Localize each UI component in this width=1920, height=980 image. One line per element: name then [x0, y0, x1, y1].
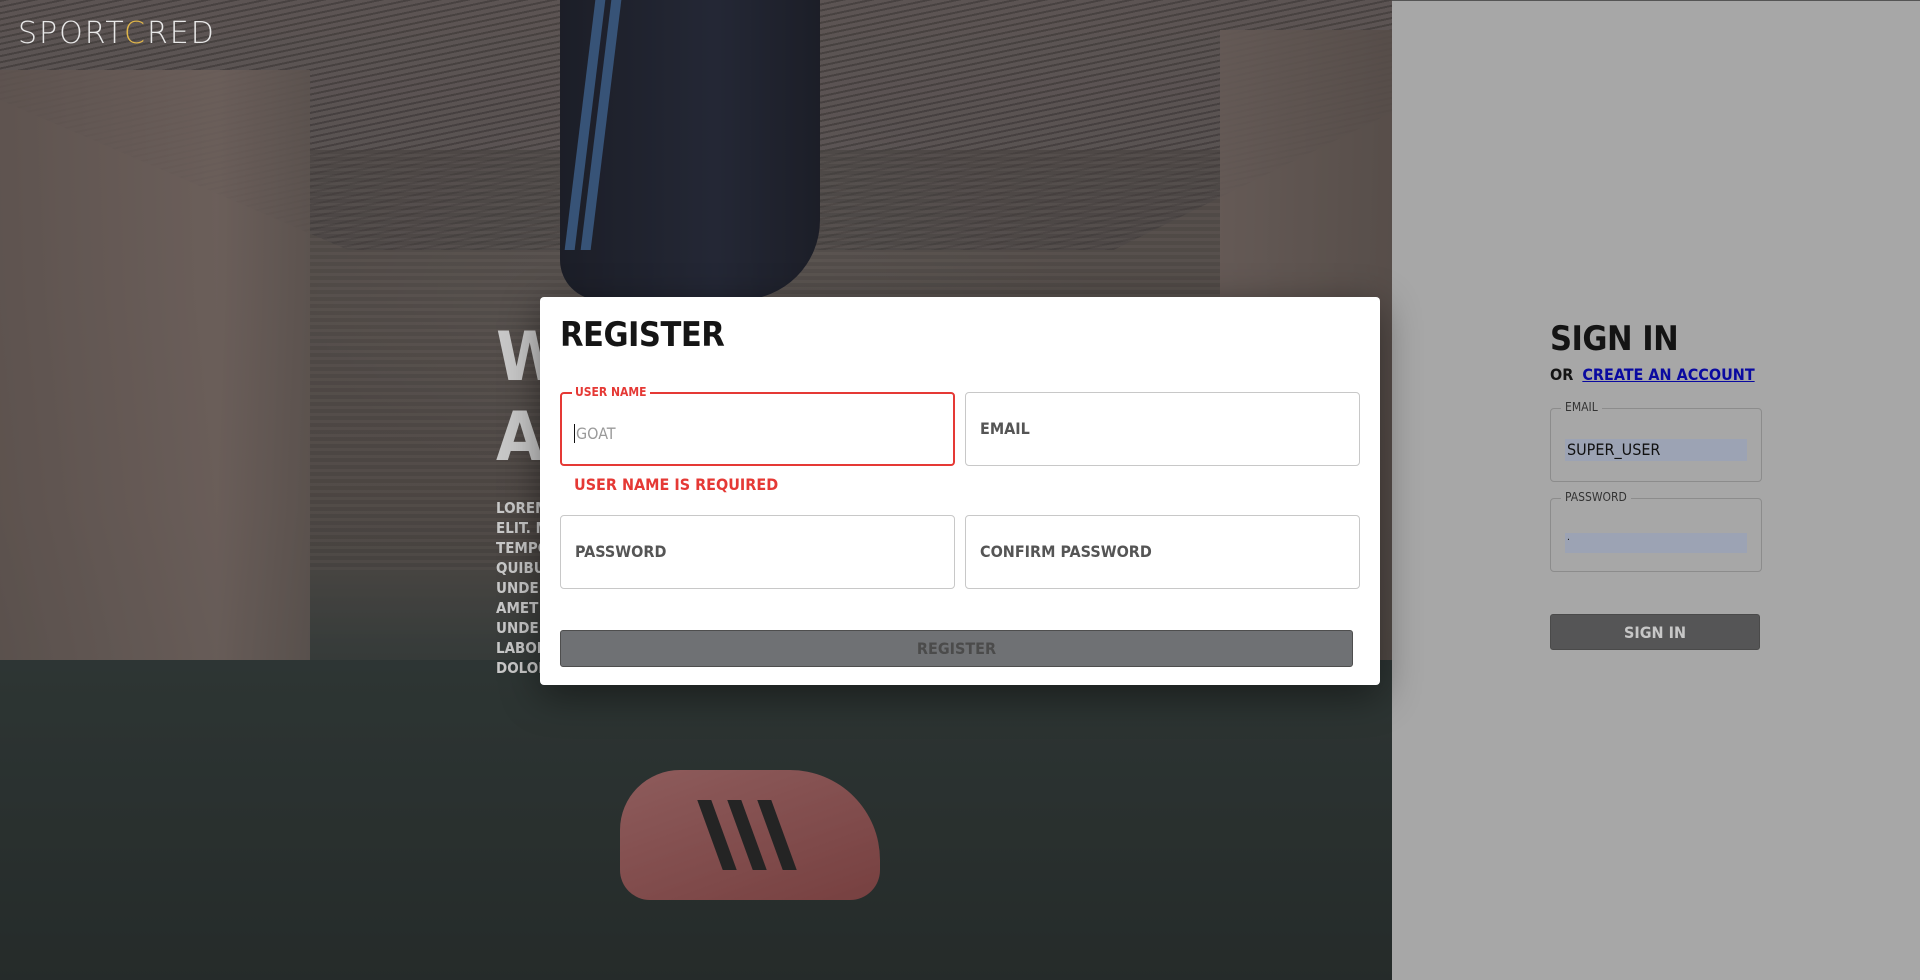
error-prefix: USER NAME IS [574, 475, 696, 494]
signin-title: SIGN IN [1550, 319, 1679, 359]
signin-email-value[interactable]: SUPER_USER [1565, 439, 1747, 461]
username-label: USER NAME [572, 385, 650, 399]
hero-wall-left [0, 70, 310, 720]
hero-player-shoe [620, 770, 880, 900]
username-error-message: USER NAME IS REQUIRED [574, 475, 778, 494]
error-emphasis: REQUIRED [695, 475, 779, 494]
register-title: REGISTER [560, 315, 725, 355]
logo-text-pre: SPORT [18, 16, 124, 51]
hero-player-leg [560, 0, 820, 300]
sportcred-logo[interactable]: SPORTCRED [18, 16, 216, 51]
signin-button[interactable]: SIGN IN [1550, 614, 1760, 650]
signin-subtitle: OR CREATE AN ACCOUNT [1550, 365, 1762, 384]
confirm-password-placeholder: CONFIRM PASSWORD [980, 542, 1152, 561]
register-button[interactable]: REGISTER [560, 630, 1353, 667]
create-account-link[interactable]: CREATE AN ACCOUNT [1582, 365, 1754, 384]
email-field[interactable]: EMAIL [965, 392, 1360, 466]
hero-turf [0, 660, 1392, 980]
signin-email-field[interactable]: EMAIL SUPER_USER [1550, 400, 1762, 482]
signin-panel: SIGN IN OR CREATE AN ACCOUNT EMAIL SUPER… [1392, 0, 1920, 980]
signin-password-label: PASSWORD [1561, 490, 1631, 504]
confirm-password-field[interactable]: CONFIRM PASSWORD [965, 515, 1360, 589]
username-placeholder[interactable]: GOAT [574, 424, 616, 443]
signin-email-label: EMAIL [1561, 400, 1602, 414]
password-field[interactable]: PASSWORD [560, 515, 955, 589]
signin-password-value[interactable]: . [1565, 533, 1747, 553]
register-modal: REGISTER USER NAME GOAT EMAIL USER NAME … [540, 297, 1380, 685]
logo-text-accent: C [123, 16, 147, 51]
signin-form: SIGN IN OR CREATE AN ACCOUNT EMAIL SUPER… [1550, 319, 1762, 650]
logo-text-post: RED [146, 16, 216, 51]
signin-password-field[interactable]: PASSWORD . [1550, 490, 1762, 572]
username-field[interactable]: USER NAME GOAT [560, 385, 955, 466]
signin-or-text: OR [1550, 365, 1574, 384]
password-placeholder: PASSWORD [575, 542, 667, 561]
email-placeholder: EMAIL [980, 419, 1030, 438]
